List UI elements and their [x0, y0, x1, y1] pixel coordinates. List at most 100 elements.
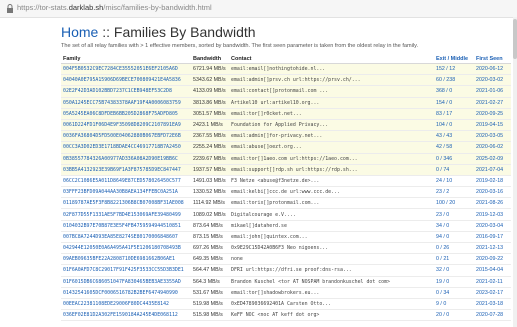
exit-middle-link[interactable]: 0 / 21 [434, 253, 474, 266]
first-seen-link[interactable]: 2021-08-26 [474, 197, 511, 210]
first-seen-link[interactable]: 2019-04-15 [474, 119, 511, 132]
url-text[interactable]: https://tor-stats.darklab.sh/misc/famili… [17, 3, 212, 12]
family-link[interactable]: 01F6A0AFD7C8C29017F91F425F3533CC55D3B3DE… [61, 264, 191, 277]
exit-middle-link[interactable]: 34 / 0 [434, 220, 474, 232]
family-link[interactable]: 06CC2C1086E5A011D8649E87CED578026450C577 [61, 175, 191, 188]
first-seen-link[interactable]: 2021-07-04 [474, 164, 511, 176]
header-first-seen[interactable]: First Seen [474, 54, 511, 64]
contact-value: email:kelbi[]ccc.de url:www.ccc.de... [229, 186, 434, 199]
family-link[interactable]: 0104032B97E70B87E3E5F4FB4759594944510851 [61, 220, 191, 232]
first-seen-link[interactable]: 2021-02-27 [474, 97, 511, 109]
exit-middle-link[interactable]: 20 / 0 [434, 309, 474, 322]
table-row: 06CC2C1086E5A011D8649E87CED578026450C577… [61, 175, 511, 188]
first-seen-link[interactable]: 2021-12-13 [474, 242, 511, 255]
family-link[interactable]: 03BB5A4132923E39B69F1A3F875785D9EC847447 [61, 164, 191, 176]
table-row: 0061D224FD1F06D4E9F35098D8209C2107891EA9… [61, 119, 511, 132]
family-link[interactable]: 03FFF23BFD09A044AA30B8AEA134FFEBC0A251A [61, 186, 191, 199]
family-link[interactable]: 0B38557784326A00977AD336A08A2D90E19BB6C [61, 153, 191, 165]
family-link[interactable]: 05A5245EA06C8DFDEB6BB205D2868F75ADFD805 [61, 108, 191, 120]
exit-middle-link[interactable]: 19 / 0 [434, 276, 474, 288]
exit-middle-link[interactable]: 0 / 34 [434, 287, 474, 299]
table-row: 01F6015DB6C686051047FA830465BEB3AE3355AD… [61, 276, 511, 288]
table-header-row: Family Bandwidth Contact Exit / Middle F… [61, 54, 511, 64]
first-seen-link[interactable]: 2015-04-04 [474, 264, 511, 277]
family-link[interactable]: 007BC8A7244D93EA85E8274SE80170006848607 [61, 231, 191, 244]
first-seen-link[interactable]: 2020-03-16 [474, 186, 511, 199]
bandwidth-value: 1330.52 MB/s [191, 186, 229, 199]
family-link[interactable]: 02F877D55F1331AE5F7BD4E153069AFE39480499 [61, 208, 191, 221]
family-link[interactable]: 01432541605DCF0006516782B2BEF6474940990 [61, 287, 191, 299]
exit-middle-link[interactable]: 104 / 0 [434, 119, 474, 132]
header-exit-middle[interactable]: Exit / Middle [434, 54, 474, 64]
exit-middle-link[interactable]: 32 / 0 [434, 264, 474, 277]
family-link[interactable]: 00CC3A3D02ED3E1718BDAE4CC46917718B7A2450 [61, 141, 191, 154]
first-seen-link[interactable]: 2020-06-02 [474, 141, 511, 154]
scrollbar-thumb[interactable] [513, 19, 517, 59]
family-link[interactable]: 09AEB09635BFE22A2808710DE6981662B06AE1 [61, 253, 191, 266]
first-seen-link[interactable]: 2019-02-18 [474, 175, 511, 188]
first-seen-link[interactable]: 2020-09-25 [474, 108, 511, 120]
family-link[interactable]: 04040A0E795A15906D69BECE700809421E4A5836 [61, 74, 191, 87]
first-seen-link[interactable]: 2023-02-17 [474, 287, 511, 299]
family-link[interactable]: 00EEAC22381108EDE29006F80DC4435E8142 [61, 298, 191, 311]
exit-middle-link[interactable]: 42 / 58 [434, 141, 474, 154]
table-row: 01189787AE5F3F8B8221306B8CB07008BF31AE00… [61, 197, 511, 210]
contact-value: email:admin[]for-privacy.net... [229, 130, 434, 143]
exit-middle-link[interactable]: 100 / 20 [434, 197, 474, 210]
contact-value: email:support[]rdp.sh url:https://rdp.sh… [229, 164, 434, 176]
lock-icon [7, 4, 13, 13]
first-seen-link[interactable]: 2025-02-09 [474, 153, 511, 165]
bandwidth-value: 564.3 MB/s [191, 276, 229, 288]
family-link[interactable]: 004F5B0532C9EC7284CE35552051E6EF2105A6D [61, 63, 191, 76]
bandwidth-value: 1491.03 MB/s [191, 175, 229, 188]
scrollbar[interactable] [513, 17, 517, 327]
first-seen-link[interactable]: 2021-02-11 [474, 276, 511, 288]
home-link[interactable]: Home [61, 24, 98, 40]
bandwidth-value: 6721.94 MB/s [191, 63, 229, 76]
first-seen-link[interactable]: 2021-03-18 [474, 298, 511, 311]
table-row: 09AEB09635BFE22A2808710DE6981662B06AE1 64… [61, 253, 511, 266]
bandwidth-value: 515.98 MB/s [191, 309, 229, 322]
address-bar[interactable]: https://tor-stats.darklab.sh/misc/famili… [0, 0, 517, 18]
bandwidth-value: 2239.67 MB/s [191, 153, 229, 165]
family-link[interactable]: 036EF02E81D2A302FE1590184A245E4DE068112 [61, 309, 191, 322]
exit-middle-link[interactable]: 368 / 0 [434, 85, 474, 98]
family-link[interactable]: 0061D224FD1F06D4E9F35098D8209C2107891EA9 [61, 119, 191, 132]
first-seen-link[interactable]: 2019-12-03 [474, 208, 511, 221]
family-link[interactable]: 042944E12050E0A6A495A41F5E1206180708493B [61, 242, 191, 255]
family-link[interactable]: 02E2F42D3AD102BBD7237C1CEB948EF53C2D8 [61, 85, 191, 98]
exit-middle-link[interactable]: 60 / 238 [434, 74, 474, 87]
table-row: 03BB5A4132923E39B69F1A3F875785D9EC847447… [61, 164, 511, 176]
bandwidth-value: 1089.02 MB/s [191, 208, 229, 221]
exit-middle-link[interactable]: 152 / 12 [434, 63, 474, 76]
family-link[interactable]: 0036FA36804D5FD500E04062880B067EBFD72E6B [61, 130, 191, 143]
exit-middle-link[interactable]: 0 / 74 [434, 164, 474, 176]
first-seen-link[interactable]: 2016-09-17 [474, 231, 511, 244]
first-seen-link[interactable]: 2020-03-02 [474, 74, 511, 87]
exit-middle-link[interactable]: 43 / 43 [434, 130, 474, 143]
bandwidth-value: 873.15 MB/s [191, 231, 229, 244]
first-seen-link[interactable]: 2020-06-12 [474, 63, 511, 76]
family-link[interactable]: 050A1245ECC75B74383378AAF19F4A0006083759 [61, 97, 191, 109]
first-seen-link[interactable]: 2020-03-05 [474, 130, 511, 143]
exit-middle-link[interactable]: 23 / 2 [434, 186, 474, 199]
exit-middle-link[interactable]: 0 / 346 [434, 153, 474, 165]
family-link[interactable]: 01F6015DB6C686051047FA830465BEB3AE3355AD [61, 276, 191, 288]
first-seen-link[interactable]: 2020-07-28 [474, 309, 511, 322]
first-seen-link[interactable]: 2020-09-22 [474, 253, 511, 266]
contact-value: email:tor[]1aeo.com url:https://1aeo.com… [229, 153, 434, 165]
exit-middle-link[interactable]: 83 / 17 [434, 108, 474, 120]
exit-middle-link[interactable]: 154 / 0 [434, 97, 474, 109]
contact-value: email:contact[]protonmail.com ... [229, 85, 434, 98]
first-seen-link[interactable]: 2021-01-06 [474, 85, 511, 98]
exit-middle-link[interactable]: 24 / 10 [434, 175, 474, 188]
table-row: 0104032B97E70B87E3E5F4FB4759594944510851… [61, 220, 511, 232]
first-seen-link[interactable]: 2020-03-04 [474, 220, 511, 232]
contact-value: none [229, 253, 434, 266]
exit-middle-link[interactable]: 23 / 0 [434, 208, 474, 221]
family-link[interactable]: 01189787AE5F3F8B8221306B8CB07008BF31AE00… [61, 197, 191, 210]
exit-middle-link[interactable]: 94 / 0 [434, 231, 474, 244]
exit-middle-link[interactable]: 9 / 0 [434, 298, 474, 311]
table-row: 03FFF23BFD09A044AA30B8AEA134FFEBC0A251A 1… [61, 186, 511, 199]
exit-middle-link[interactable]: 0 / 26 [434, 242, 474, 255]
